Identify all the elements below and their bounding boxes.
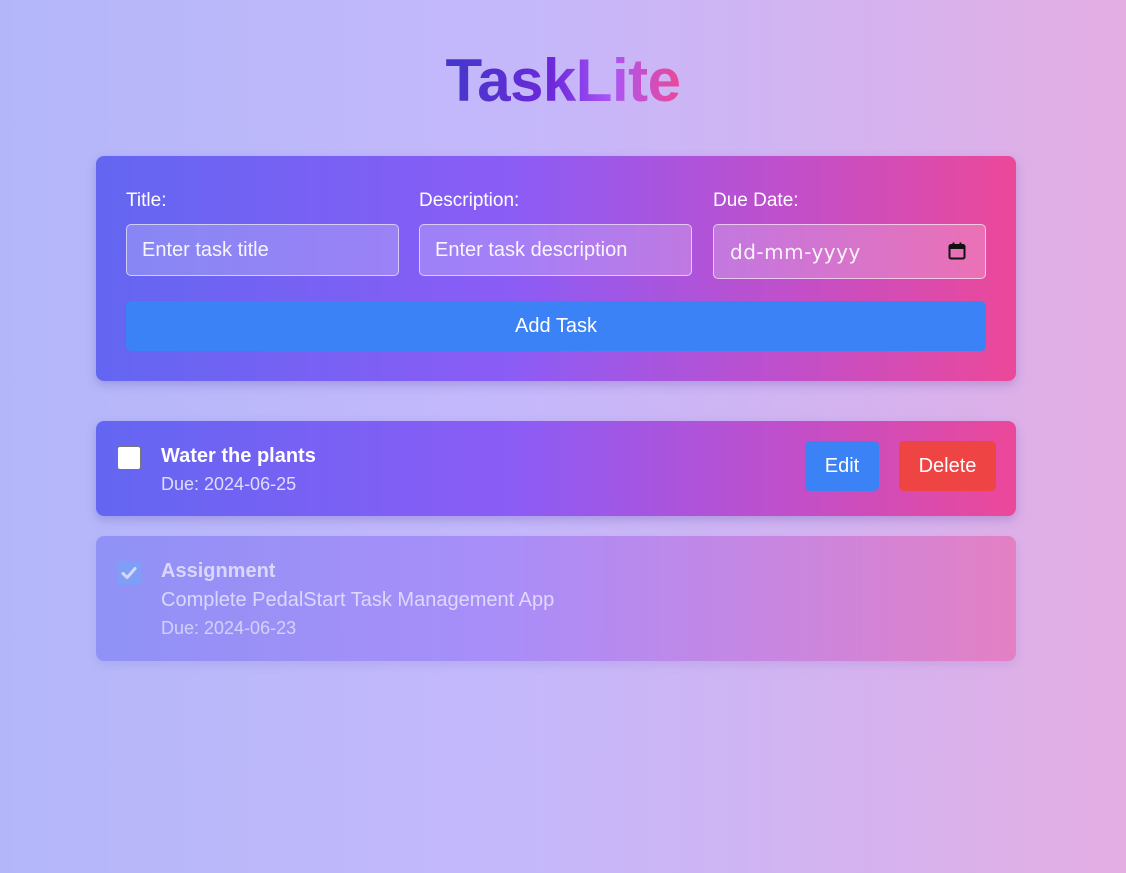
title-label: Title: <box>126 190 167 211</box>
delete-button[interactable]: Delete <box>899 441 996 491</box>
task-item: Water the plants Due: 2024-06-25 Edit De… <box>96 421 1016 516</box>
check-icon <box>121 567 137 579</box>
task-item-completed: Assignment Complete PedalStart Task Mana… <box>96 536 1016 661</box>
due-date-label: Due Date: <box>713 190 799 211</box>
title-input[interactable] <box>126 224 399 276</box>
title-field: Title: <box>126 190 399 276</box>
due-date-input[interactable]: dd-mm-yyyy <box>713 224 986 279</box>
task-checkbox-checked[interactable] <box>117 561 141 585</box>
app-title: TaskLite <box>0 46 1126 115</box>
description-input[interactable] <box>419 224 692 276</box>
description-label: Description: <box>419 190 520 211</box>
due-date-placeholder: dd-mm-yyyy <box>730 240 861 264</box>
task-checkbox[interactable] <box>117 446 141 470</box>
add-task-button[interactable]: Add Task <box>126 301 986 351</box>
app-title-text: TaskLite <box>445 47 681 114</box>
task-content: Water the plants Due: 2024-06-25 <box>161 445 316 495</box>
task-form: Title: Description: Due Date: dd-mm-yyyy… <box>96 156 1016 381</box>
calendar-icon[interactable] <box>948 242 966 260</box>
due-date-field: Due Date: dd-mm-yyyy <box>713 190 986 279</box>
task-title: Water the plants <box>161 445 316 467</box>
task-title: Assignment <box>161 560 276 582</box>
task-due-date: Due: 2024-06-25 <box>161 474 297 494</box>
task-due-date: Due: 2024-06-23 <box>161 618 297 638</box>
edit-button[interactable]: Edit <box>805 441 879 491</box>
task-content: Assignment Complete PedalStart Task Mana… <box>161 560 554 639</box>
task-description: Complete PedalStart Task Management App <box>161 589 555 611</box>
description-field: Description: <box>419 190 692 276</box>
